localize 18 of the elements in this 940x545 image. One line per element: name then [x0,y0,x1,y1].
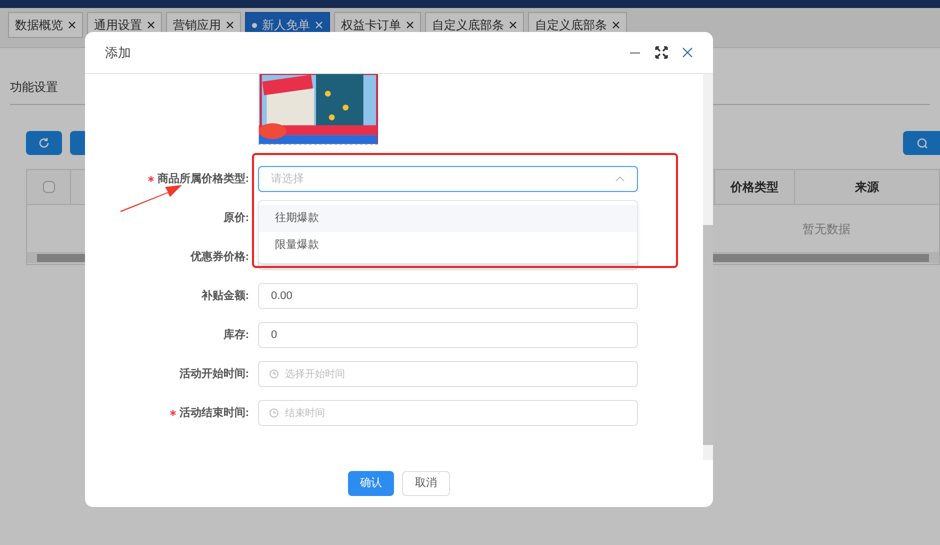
tab[interactable]: 数据概览 [8,12,83,38]
empty-text: 暂无数据 [802,220,850,238]
dropdown-option[interactable]: 限量爆款 [259,232,637,259]
field-label: 活动结束时间: [179,406,249,421]
field-label: 补贴金额: [201,288,249,304]
input-field[interactable]: 0.00 [258,283,638,309]
field-label: 活动开始时间: [179,366,249,382]
field-label: 原价: [223,210,249,226]
dialog-title: 添加 [105,44,131,62]
field-label: 商品所属价格类型: [157,172,249,187]
cancel-button[interactable]: 取消 [402,471,450,496]
dropdown-option[interactable]: 往期爆款 [259,205,637,232]
column-header: 来源 [855,179,879,196]
field-label: 优惠券价格: [190,250,249,265]
section-tab[interactable]: 功能设置 [10,78,62,96]
input-field[interactable]: 0 [258,322,638,348]
column-header: 价格类型 [730,179,778,196]
field-label: 库存: [223,328,249,343]
